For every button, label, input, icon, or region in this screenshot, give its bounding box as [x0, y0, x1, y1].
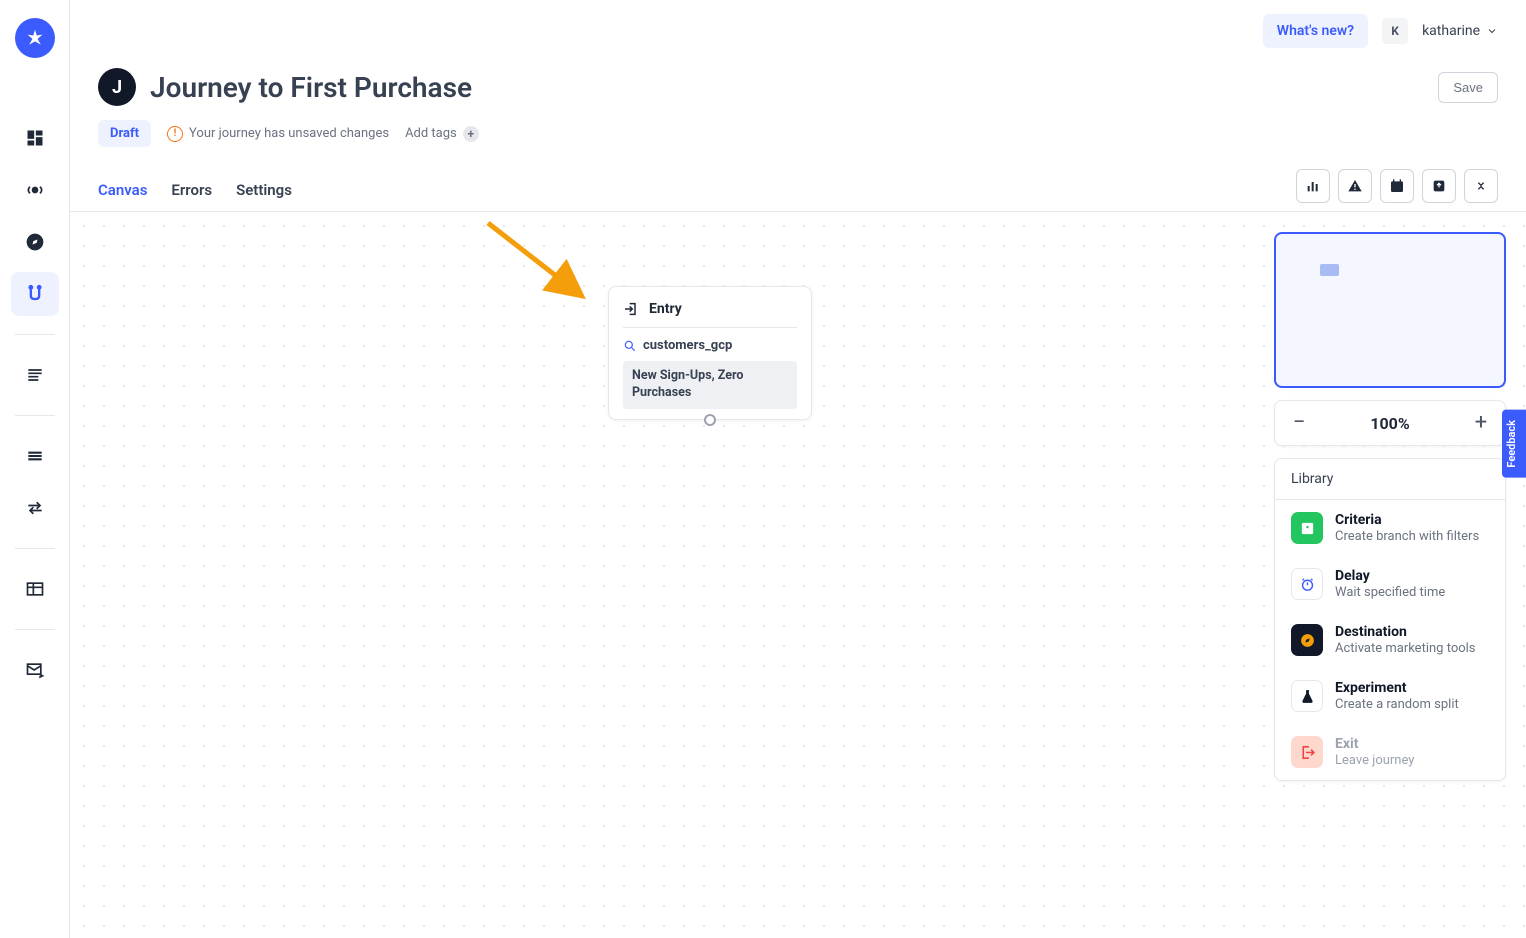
destination-icon [1291, 624, 1323, 656]
entry-source: customers_gcp [643, 338, 732, 353]
exit-icon [1291, 736, 1323, 768]
toolbar-chart-button[interactable] [1296, 169, 1330, 203]
export-icon [1431, 178, 1447, 194]
user-avatar[interactable]: K [1382, 18, 1408, 44]
nav-queue[interactable] [11, 434, 59, 478]
library-heading: Library [1275, 459, 1505, 500]
page-title: Journey to First Purchase [150, 71, 472, 104]
calendar-icon [1389, 178, 1405, 194]
entry-audience-chip: New Sign-Ups, Zero Purchases [623, 361, 797, 409]
app-logo[interactable] [15, 18, 55, 58]
feedback-tab[interactable]: Feedback [1502, 410, 1526, 478]
experiment-icon [1291, 680, 1323, 712]
library-item-title: Criteria [1335, 512, 1479, 528]
compass-icon [25, 232, 45, 252]
library-item-desc: Create a random split [1335, 697, 1459, 712]
add-tags-label: Add tags [405, 126, 457, 141]
tab-canvas[interactable]: Canvas [98, 171, 147, 209]
plus-icon: + [463, 126, 479, 142]
library-item-desc: Leave journey [1335, 753, 1414, 768]
user-menu[interactable]: katharine [1422, 23, 1498, 39]
dashboard-icon [25, 128, 45, 148]
delay-icon [1291, 568, 1323, 600]
journey-icon [25, 284, 45, 304]
tab-settings[interactable]: Settings [236, 171, 292, 209]
save-button[interactable]: Save [1438, 72, 1498, 103]
zoom-in-button[interactable]: + [1471, 412, 1491, 434]
zoom-out-button[interactable]: − [1289, 412, 1309, 434]
library-item-title: Destination [1335, 624, 1476, 640]
toolbar-warning-button[interactable] [1338, 169, 1372, 203]
library-item-desc: Wait specified time [1335, 585, 1445, 600]
bar-chart-icon [1305, 178, 1321, 194]
nav-list[interactable] [11, 353, 59, 397]
library-item-exit[interactable]: ExitLeave journey [1275, 724, 1505, 780]
toolbar-collapse-button[interactable] [1464, 169, 1498, 203]
pointer-arrow [483, 218, 593, 308]
table-icon [25, 579, 45, 599]
collapse-icon [1473, 178, 1489, 194]
library-panel: Library CriteriaCreate branch with filte… [1274, 458, 1506, 781]
library-item-title: Experiment [1335, 680, 1459, 696]
chevron-down-icon [1486, 25, 1498, 37]
enter-icon [623, 301, 639, 317]
mail-forward-icon [25, 660, 45, 680]
minimap-node-indicator [1320, 264, 1339, 276]
alert-icon: ! [167, 126, 183, 142]
whats-new-button[interactable]: What's new? [1263, 14, 1368, 48]
broadcast-icon [25, 180, 45, 200]
nav-journeys[interactable] [11, 272, 59, 316]
library-item-desc: Activate marketing tools [1335, 641, 1476, 656]
status-badge: Draft [98, 120, 151, 147]
left-sidebar [0, 0, 70, 938]
list-icon [25, 365, 45, 385]
criteria-icon [1291, 512, 1323, 544]
node-output-handle[interactable] [704, 414, 716, 426]
nav-dashboard[interactable] [11, 116, 59, 160]
tabs: Canvas Errors Settings [98, 171, 292, 209]
topbar: What's new? K katharine [70, 0, 1526, 48]
canvas-toolbar [1296, 169, 1498, 211]
minimap[interactable] [1274, 232, 1506, 388]
swap-icon [25, 498, 45, 518]
library-item-destination[interactable]: DestinationActivate marketing tools [1275, 612, 1505, 668]
spark-icon [25, 28, 45, 48]
rows-icon [25, 446, 45, 466]
user-name: katharine [1422, 23, 1480, 39]
zoom-value: 100% [1370, 414, 1409, 433]
nav-table[interactable] [11, 567, 59, 611]
canvas[interactable]: Entry customers_gcp New Sign-Ups, Zero P… [70, 212, 1526, 938]
toolbar-calendar-button[interactable] [1380, 169, 1414, 203]
nav-explore[interactable] [11, 220, 59, 264]
toolbar-export-button[interactable] [1422, 169, 1456, 203]
library-item-desc: Create branch with filters [1335, 529, 1479, 544]
library-item-title: Delay [1335, 568, 1445, 584]
nav-broadcast[interactable] [11, 168, 59, 212]
journey-avatar: J [98, 68, 136, 106]
library-item-criteria[interactable]: CriteriaCreate branch with filters [1275, 500, 1505, 556]
add-tags-button[interactable]: Add tags + [405, 126, 479, 142]
entry-node[interactable]: Entry customers_gcp New Sign-Ups, Zero P… [608, 286, 812, 420]
library-item-experiment[interactable]: ExperimentCreate a random split [1275, 668, 1505, 724]
entry-label: Entry [649, 301, 682, 317]
unsaved-warning: ! Your journey has unsaved changes [167, 126, 389, 142]
tab-errors[interactable]: Errors [171, 171, 212, 209]
zoom-control: − 100% + [1274, 400, 1506, 446]
nav-mail[interactable] [11, 648, 59, 692]
search-icon [623, 339, 637, 353]
library-item-delay[interactable]: DelayWait specified time [1275, 556, 1505, 612]
warning-icon [1347, 178, 1363, 194]
unsaved-text: Your journey has unsaved changes [189, 126, 389, 141]
nav-sync[interactable] [11, 486, 59, 530]
library-item-title: Exit [1335, 736, 1414, 752]
